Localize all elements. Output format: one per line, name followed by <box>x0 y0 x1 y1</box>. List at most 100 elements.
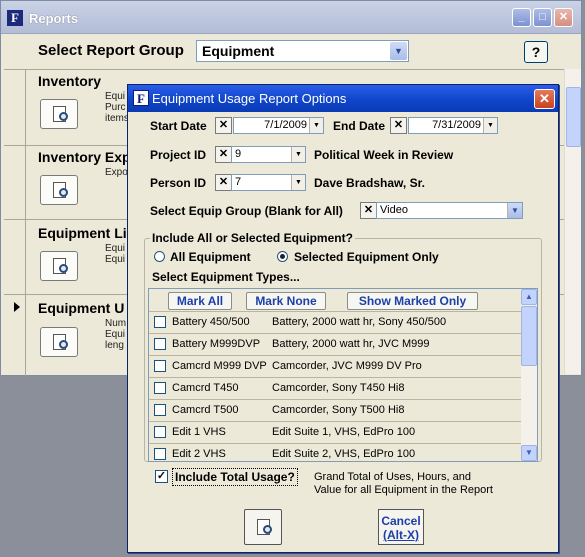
equip-group-select[interactable]: Video ▼ <box>376 202 523 219</box>
current-row-arrow-icon <box>14 302 20 312</box>
magnifier-icon <box>59 188 68 197</box>
scroll-thumb[interactable] <box>521 306 537 366</box>
cancel-shortcut: (Alt-X) <box>383 528 419 542</box>
usage-options-dialog: F Equipment Usage Report Options ✕ Start… <box>127 84 559 553</box>
equipment-grid: Mark All Mark None Show Marked Only Batt… <box>148 288 538 462</box>
project-id-value: 9 <box>235 148 242 160</box>
row-checkbox[interactable] <box>154 316 166 328</box>
person-id-value: 7 <box>235 176 242 188</box>
close-button[interactable]: ✕ <box>554 8 573 27</box>
report-row <box>4 69 564 70</box>
clear-person-button[interactable]: ✕ <box>215 174 232 191</box>
show-marked-only-button[interactable]: Show Marked Only <box>347 292 478 310</box>
mark-none-button[interactable]: Mark None <box>246 292 326 310</box>
equipment-row[interactable]: Camcrd T450 Camcorder, Sony T450 Hi8 <box>149 377 521 399</box>
project-id-label: Project ID <box>150 148 207 162</box>
reports-titlebar[interactable]: F Reports _ □ ✕ <box>1 1 581 34</box>
clear-start-date-button[interactable]: ✕ <box>215 117 232 134</box>
report-group-label: Select Report Group <box>38 42 184 59</box>
report-desc: Num Equi leng <box>105 318 127 351</box>
equipment-row[interactable]: Battery 450/500 Battery, 2000 watt hr, S… <box>149 311 521 333</box>
row-checkbox[interactable] <box>154 338 166 350</box>
close-icon[interactable]: ✕ <box>534 89 555 109</box>
preview-report-button[interactable] <box>40 327 78 357</box>
end-date-field[interactable]: 7/31/2009 ▼ <box>408 117 498 134</box>
scroll-thumb[interactable] <box>566 87 581 147</box>
report-desc: Expo <box>105 167 128 178</box>
reports-scrollbar[interactable] <box>564 69 581 374</box>
equipment-row[interactable]: Camcrd M999 DVP Camcorder, JVC M999 DV P… <box>149 355 521 377</box>
person-name: Dave Bradshaw, Sr. <box>314 176 425 190</box>
report-desc: Equi Equi <box>105 243 126 265</box>
print-preview-button[interactable] <box>244 509 282 545</box>
selected-equipment-radio[interactable] <box>277 251 288 262</box>
equipment-row[interactable]: Camcrd T500 Camcorder, Sony T500 Hi8 <box>149 399 521 421</box>
all-equipment-radio[interactable] <box>154 251 165 262</box>
mark-all-button[interactable]: Mark All <box>168 292 232 310</box>
grid-toolbar: Mark All Mark None Show Marked Only <box>149 289 521 311</box>
grid-scrollbar[interactable]: ▲ ▼ <box>521 289 537 461</box>
equipment-row[interactable]: Edit 1 VHS Edit Suite 1, VHS, EdPro 100 <box>149 421 521 443</box>
app-icon: F <box>7 10 23 26</box>
include-total-note: Grand Total of Uses, Hours, and Value fo… <box>314 471 493 496</box>
equipment-row[interactable]: Edit 2 VHS Edit Suite 2, VHS, EdPro 100 <box>149 443 521 461</box>
preview-report-button[interactable] <box>40 99 78 129</box>
end-date-label: End Date <box>333 119 386 133</box>
equip-group-value: Video <box>380 204 408 216</box>
row-checkbox[interactable] <box>154 360 166 372</box>
include-label: Include All or Selected Equipment? <box>150 231 355 245</box>
help-button[interactable]: ? <box>524 41 548 63</box>
equip-group-label: Select Equip Group (Blank for All) <box>150 204 343 218</box>
selected-equipment-label[interactable]: Selected Equipment Only <box>294 250 439 264</box>
row-checkbox[interactable] <box>154 448 166 460</box>
report-desc: Equi Purc items <box>105 91 129 124</box>
project-id-field[interactable]: 9 ▼ <box>231 146 306 163</box>
all-equipment-label[interactable]: All Equipment <box>170 250 251 264</box>
equipment-desc: Battery, 2000 watt hr, Sony 450/500 <box>272 316 447 328</box>
equipment-desc: Battery, 2000 watt hr, JVC M999 <box>272 338 430 350</box>
cancel-label: Cancel <box>381 514 421 528</box>
person-id-field[interactable]: 7 ▼ <box>231 174 306 191</box>
chevron-down-icon[interactable]: ▼ <box>291 147 305 162</box>
chevron-down-icon[interactable]: ▼ <box>291 175 305 190</box>
report-group-select[interactable]: Equipment ▼ <box>196 40 409 62</box>
start-date-label: Start Date <box>150 119 207 133</box>
clear-equip-group-button[interactable]: ✕ <box>360 202 377 219</box>
person-id-label: Person ID <box>150 176 207 190</box>
cancel-button[interactable]: Cancel (Alt-X) <box>378 509 424 545</box>
equipment-desc: Edit Suite 1, VHS, EdPro 100 <box>272 426 416 438</box>
scroll-down-icon[interactable]: ▼ <box>521 445 537 461</box>
row-checkbox[interactable] <box>154 404 166 416</box>
scroll-up-icon[interactable]: ▲ <box>521 289 537 305</box>
row-checkbox[interactable] <box>154 426 166 438</box>
clear-project-button[interactable]: ✕ <box>215 146 232 163</box>
chevron-down-icon[interactable]: ▼ <box>507 203 522 218</box>
row-checkbox[interactable] <box>154 382 166 394</box>
clear-end-date-button[interactable]: ✕ <box>390 117 407 134</box>
minimize-button[interactable]: _ <box>512 8 531 27</box>
equipment-code: Edit 1 VHS <box>172 426 226 438</box>
start-date-field[interactable]: 7/1/2009 ▼ <box>233 117 324 134</box>
maximize-button[interactable]: □ <box>533 8 552 27</box>
equipment-code: Edit 2 VHS <box>172 448 226 460</box>
chevron-down-icon[interactable]: ▼ <box>309 118 323 133</box>
row-selector-column <box>4 69 26 376</box>
include-total-checkbox[interactable]: ✓ <box>155 470 168 483</box>
equipment-code: Battery M999DVP <box>172 338 261 350</box>
chevron-down-icon[interactable]: ▼ <box>483 118 497 133</box>
include-total-label[interactable]: Include Total Usage? <box>172 468 298 486</box>
preview-report-button[interactable] <box>40 251 78 281</box>
equipment-code: Camcrd T450 <box>172 382 239 394</box>
dialog-title: Equipment Usage Report Options <box>152 91 347 106</box>
equipment-types-label: Select Equipment Types... <box>152 270 300 284</box>
equipment-code: Camcrd M999 DVP <box>172 360 267 372</box>
report-title: Equipment U <box>38 300 125 316</box>
dialog-titlebar[interactable]: F Equipment Usage Report Options ✕ <box>128 85 558 112</box>
equipment-row[interactable]: Battery M999DVP Battery, 2000 watt hr, J… <box>149 333 521 355</box>
chevron-down-icon[interactable]: ▼ <box>390 42 407 60</box>
equipment-code: Camcrd T500 <box>172 404 239 416</box>
preview-report-button[interactable] <box>40 175 78 205</box>
magnifier-icon <box>59 112 68 121</box>
report-title: Inventory <box>38 73 102 89</box>
equipment-desc: Camcorder, Sony T500 Hi8 <box>272 404 405 416</box>
